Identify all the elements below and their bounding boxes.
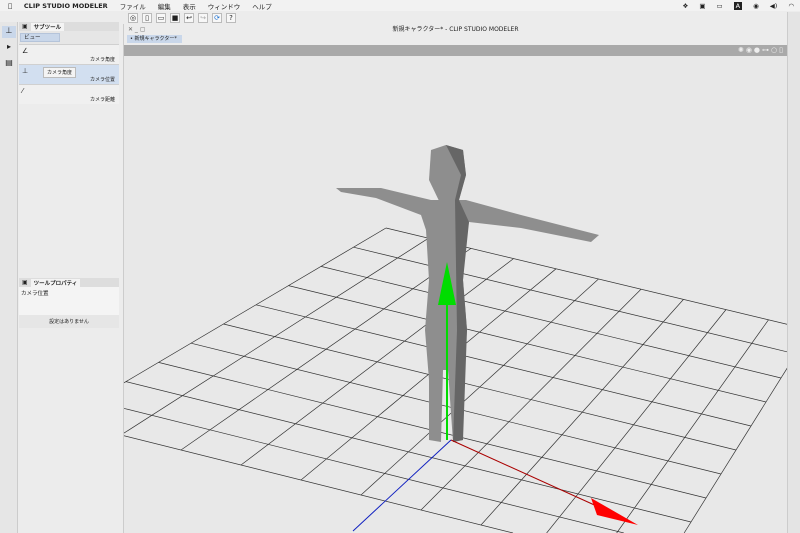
open-icon[interactable]: ▭ bbox=[156, 13, 166, 23]
grid-line bbox=[683, 366, 788, 533]
document-tab-label: 新規キャラクター* bbox=[134, 36, 177, 42]
save-icon[interactable]: ■ bbox=[170, 13, 180, 23]
subtool-camera-distance[interactable]: ⁄ カメラ距離 bbox=[19, 84, 119, 104]
display-icon[interactable]: ▭ bbox=[717, 2, 723, 10]
volume-icon[interactable]: ◀) bbox=[770, 2, 778, 10]
document-tab[interactable]: • 新規キャラクター* bbox=[127, 35, 182, 43]
scale-icon[interactable]: ⊶ bbox=[762, 46, 769, 54]
menu-edit[interactable]: 編集 bbox=[158, 1, 171, 11]
apple-icon[interactable]:  bbox=[8, 2, 12, 10]
3d-viewport[interactable] bbox=[124, 56, 788, 533]
grid-line bbox=[124, 435, 514, 533]
subtool-panel: ▣ サブツール ビュー ∠ カメラ角度 ⊥ カメラ位置 ⁄ カメラ距離 カメラ角度 bbox=[19, 22, 119, 104]
scene bbox=[124, 145, 788, 533]
app-name[interactable]: CLIP STUDIO MODELER bbox=[24, 2, 108, 10]
x-axis bbox=[450, 439, 602, 509]
refresh-icon[interactable]: ⟳ bbox=[212, 13, 222, 23]
right-dock bbox=[787, 12, 800, 533]
redo-icon[interactable]: ↪ bbox=[198, 13, 208, 23]
tool-strip: ⊥ ▸ ▤ bbox=[0, 22, 18, 533]
grid-line bbox=[353, 246, 788, 353]
undo-icon[interactable]: ↩ bbox=[184, 13, 194, 23]
viewport-toolbar: ✺ ◉ ● ⊶ ○ ▯ bbox=[124, 45, 787, 56]
no-settings-note: 設定はありません bbox=[19, 315, 119, 328]
subtool-label: カメラ位置 bbox=[89, 77, 115, 83]
new-icon[interactable]: ▯ bbox=[142, 13, 152, 23]
user-icon[interactable]: ◉ bbox=[753, 2, 759, 10]
grid-line bbox=[125, 381, 692, 523]
screens-icon[interactable]: ▣ bbox=[699, 2, 705, 10]
grid-line bbox=[223, 323, 737, 451]
subtool-icon: ▣ bbox=[22, 23, 28, 30]
camera-distance-icon: ⁄ bbox=[22, 87, 24, 95]
tool-property-icon: ▣ bbox=[22, 279, 28, 286]
book-icon[interactable]: ▯ bbox=[779, 46, 783, 54]
move-tool-icon[interactable]: ▸ bbox=[2, 42, 16, 54]
menu-bar:  CLIP STUDIO MODELER ファイル 編集 表示 ウィンドウ ヘ… bbox=[0, 0, 800, 11]
dropbox-icon[interactable]: ❖ bbox=[683, 2, 689, 10]
subtool-camera-angle[interactable]: ∠ カメラ角度 bbox=[19, 44, 119, 64]
tool-property-tab[interactable]: ツールプロパティ bbox=[30, 278, 81, 287]
grid-line bbox=[124, 408, 624, 533]
wifi-icon[interactable]: ◠ bbox=[788, 2, 794, 10]
canvas-window: ✕ _ ▢ 新規キャラクター* - CLIP STUDIO MODELER • 新… bbox=[123, 24, 788, 533]
view-tool-icon[interactable]: ⊥ bbox=[2, 26, 16, 38]
menu-help[interactable]: ヘルプ bbox=[252, 1, 272, 11]
grid-line bbox=[124, 227, 387, 384]
command-bar: ◎ ▯ ▭ ■ ↩ ↪ ⟳ ? bbox=[124, 12, 786, 24]
rotate-view-icon[interactable]: ✺ bbox=[738, 46, 744, 54]
tool-property-panel: ▣ ツールプロパティ カメラ位置 設定はありません bbox=[19, 278, 119, 328]
menu-file[interactable]: ファイル bbox=[120, 1, 146, 11]
tooltip: カメラ角度 bbox=[43, 67, 77, 78]
help-icon[interactable]: ? bbox=[226, 13, 236, 23]
menu-window[interactable]: ウィンドウ bbox=[208, 1, 241, 11]
subtool-tab[interactable]: サブツール bbox=[30, 22, 65, 31]
menu-view[interactable]: 表示 bbox=[183, 1, 196, 11]
current-tool-name: カメラ位置 bbox=[19, 287, 119, 315]
grid-line bbox=[480, 299, 684, 526]
zoom-view-icon[interactable]: ● bbox=[754, 46, 760, 54]
subtool-label: カメラ角度 bbox=[89, 57, 115, 63]
pan-view-icon[interactable]: ◉ bbox=[746, 46, 752, 54]
status-tray: ❖ ▣ ▭ A ◉ ◀) ◠ bbox=[683, 0, 794, 11]
camera-angle-icon: ∠ bbox=[22, 47, 29, 55]
clipboard-tool-icon[interactable]: ▤ bbox=[2, 58, 16, 70]
input-source-icon[interactable]: A bbox=[733, 1, 743, 10]
logo-button[interactable]: ◎ bbox=[128, 13, 138, 23]
window-controls[interactable]: ✕ _ ▢ bbox=[128, 24, 146, 35]
view-group-button[interactable]: ビュー bbox=[20, 33, 60, 42]
subtool-label: カメラ距離 bbox=[89, 97, 115, 103]
window-title: 新規キャラクター* - CLIP STUDIO MODELER bbox=[392, 26, 519, 33]
x-axis-arrow bbox=[591, 498, 638, 525]
reset-icon[interactable]: ○ bbox=[771, 46, 777, 54]
camera-position-icon: ⊥ bbox=[22, 67, 29, 75]
z-axis bbox=[352, 439, 452, 532]
